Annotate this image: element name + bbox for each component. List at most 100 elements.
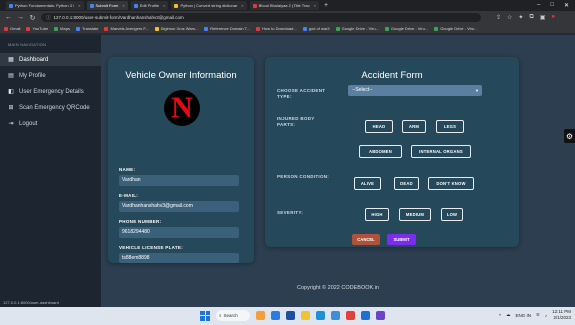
volume-icon[interactable]: ♪ <box>545 313 547 318</box>
tab-close-icon[interactable]: × <box>241 3 243 8</box>
tab-label: Python Fundamentals: Python 3 / <box>15 3 75 8</box>
injury-head-button[interactable]: HEAD <box>365 120 393 133</box>
star-icon[interactable]: ☆ <box>507 14 512 21</box>
taskbar-search[interactable]: ⌕ Search <box>216 310 250 321</box>
wifi-icon[interactable]: ≋ <box>536 312 540 318</box>
gmail-icon <box>4 26 8 31</box>
browser-tab[interactable]: Python | Convert string dictionar × <box>171 1 247 10</box>
bookmark-item[interactable]: Google Drive - Viru... <box>384 26 429 31</box>
onedrive-icon[interactable]: ☁ <box>506 312 511 318</box>
back-icon[interactable]: ← <box>5 14 12 21</box>
bookmark-item[interactable]: How to Download... <box>256 26 297 31</box>
bookmark-item[interactable]: YouTube <box>26 26 48 31</box>
accident-type-select[interactable]: --Select-- ▼ <box>348 85 482 96</box>
lang-indicator[interactable]: ENG IN <box>516 313 532 318</box>
chevron-up-icon[interactable]: ^ <box>499 313 501 318</box>
name-label: NAME: <box>119 167 136 172</box>
app-icon[interactable] <box>376 311 385 320</box>
info-icon[interactable]: ⓘ <box>46 15 51 21</box>
new-tab-icon[interactable]: + <box>324 2 328 9</box>
minimize-icon[interactable]: – <box>537 2 540 9</box>
clock[interactable]: 12:11 PM 2/1/2023 <box>552 309 571 321</box>
severity-high-button[interactable]: HIGH <box>365 208 389 221</box>
sidebar-item-emergency-details[interactable]: ◧ User Emergency Details <box>0 85 101 98</box>
injury-legs-button[interactable]: LEGS <box>436 120 464 133</box>
accident-form-card: Accident Form CHOOSE ACCIDENT TYPE: --Se… <box>265 57 519 247</box>
phone-field[interactable]: 9618294480 <box>119 227 239 238</box>
tab-close-icon[interactable]: × <box>78 3 80 8</box>
vscode-icon[interactable] <box>361 311 370 320</box>
severity-low-button[interactable]: LOW <box>441 208 463 221</box>
sidebar-heading: MAIN NAVIGATION <box>8 42 47 47</box>
browser-tab[interactable]: Python Fundamentals: Python 3 /× <box>6 1 84 10</box>
forward-icon[interactable]: → <box>17 14 24 21</box>
condition-alive-button[interactable]: ALIVE <box>354 177 381 190</box>
bookmark-label: Google Drive - Viru... <box>341 26 379 31</box>
bookmark-item[interactable]: god of war3 <box>302 26 330 31</box>
file-explorer-icon[interactable] <box>301 311 310 320</box>
chrome-icon[interactable] <box>346 311 355 320</box>
accident-form-title: Accident Form <box>361 70 423 81</box>
tab-close-icon[interactable]: × <box>314 3 316 8</box>
name-field[interactable]: Vardhan <box>119 175 239 186</box>
store-icon[interactable] <box>331 311 340 320</box>
injury-abdomen-button[interactable]: ABDOMEN <box>359 145 402 158</box>
drive-icon <box>384 26 389 31</box>
sidebar-item-label: Logout <box>19 120 38 127</box>
logo-letter: N <box>171 91 193 124</box>
bookmark-item[interactable]: Reference Domain T... <box>204 26 250 31</box>
sidebar-item-scan-qrcode[interactable]: ⊞ Scan Emergency QRCode <box>0 101 101 114</box>
email-field[interactable]: Vardhanhanshahv3@gmail.com <box>119 201 239 212</box>
tab-close-icon[interactable]: × <box>122 3 124 8</box>
license-plate-field[interactable]: ts88em8898 <box>119 253 239 263</box>
bookmark-item[interactable]: Marvels Avengers F... <box>104 26 149 31</box>
bookmark-label: Google Drive - Viru... <box>390 26 429 31</box>
bookmark-icon <box>104 26 109 31</box>
extension-icon[interactable]: ✦ <box>518 14 523 21</box>
bookmark-item[interactable]: Digimon Xros Wars... <box>154 26 198 31</box>
tab-close-icon[interactable]: × <box>163 3 165 8</box>
browser-tabstrip: Python Fundamentals: Python 3 /× Submit … <box>0 0 575 11</box>
windows-start-icon[interactable] <box>200 310 210 321</box>
bookmark-item[interactable]: Google Drive - Viru... <box>434 26 477 31</box>
share-icon[interactable]: ⇪ <box>496 14 501 21</box>
app-icon[interactable] <box>286 311 295 320</box>
maximize-icon[interactable]: □ <box>550 2 554 9</box>
injury-internal-organs-button[interactable]: INTERNAL ORGANS <box>411 145 471 158</box>
cancel-button[interactable]: CANCEL <box>352 234 380 245</box>
sidepanel-icon[interactable]: ▣ <box>540 14 546 21</box>
widget-icon[interactable] <box>256 311 265 320</box>
browser-tab[interactable]: Edit Profile × <box>130 1 169 10</box>
taskview-icon[interactable] <box>271 311 280 320</box>
details-icon: ◧ <box>8 89 14 95</box>
edge-icon[interactable] <box>316 311 325 320</box>
puzzle-icon[interactable]: ⧉ <box>529 14 533 21</box>
bookmark-item[interactable]: Google Drive - Viru... <box>335 26 379 31</box>
bookmark-item[interactable]: Maps <box>54 26 70 31</box>
bookmark-icon <box>204 26 209 31</box>
browser-tab-active[interactable]: Submit Form × <box>86 1 128 10</box>
url-input[interactable]: ⓘ 127.0.0.1:8000/user-submit-form/Vardha… <box>41 13 481 22</box>
bookmark-item[interactable]: Translate <box>75 26 98 31</box>
condition-dead-button[interactable]: DEAD <box>394 177 419 190</box>
link-status-url: 127.0.0.1:8000/user-dashboard <box>0 299 101 307</box>
reload-icon[interactable]: ↻ <box>29 14 36 22</box>
netflix-logo-icon: N <box>164 90 200 126</box>
close-window-icon[interactable]: ✕ <box>564 2 569 9</box>
bookmark-icon <box>302 26 307 31</box>
gear-icon[interactable]: ⚙ <box>564 129 575 143</box>
severity-medium-button[interactable]: MEDIUM <box>399 208 431 221</box>
condition-dont-know-button[interactable]: DON'T KNOW <box>428 177 474 190</box>
tab-favicon-icon <box>174 3 179 8</box>
sidebar-item-profile[interactable]: ▤ My Profile <box>0 69 101 82</box>
sidebar-item-label: Scan Emergency QRCode <box>19 104 90 111</box>
sidebar-item-dashboard[interactable]: ▦ Dashboard <box>0 53 101 66</box>
profile-avatar-icon[interactable]: ● <box>551 14 555 21</box>
bookmark-item[interactable]: Gmail <box>4 26 20 31</box>
sidebar-item-logout[interactable]: ⇥ Logout <box>0 117 101 130</box>
youtube-icon <box>256 26 261 31</box>
browser-tab[interactable]: Bhool Bhulaiyaa 2 (Title Trac × <box>249 1 319 10</box>
submit-button[interactable]: SUBMIT <box>387 234 416 245</box>
injury-arm-button[interactable]: ARM <box>402 120 426 133</box>
phone-label: PHONE NUMBER: <box>119 219 162 224</box>
